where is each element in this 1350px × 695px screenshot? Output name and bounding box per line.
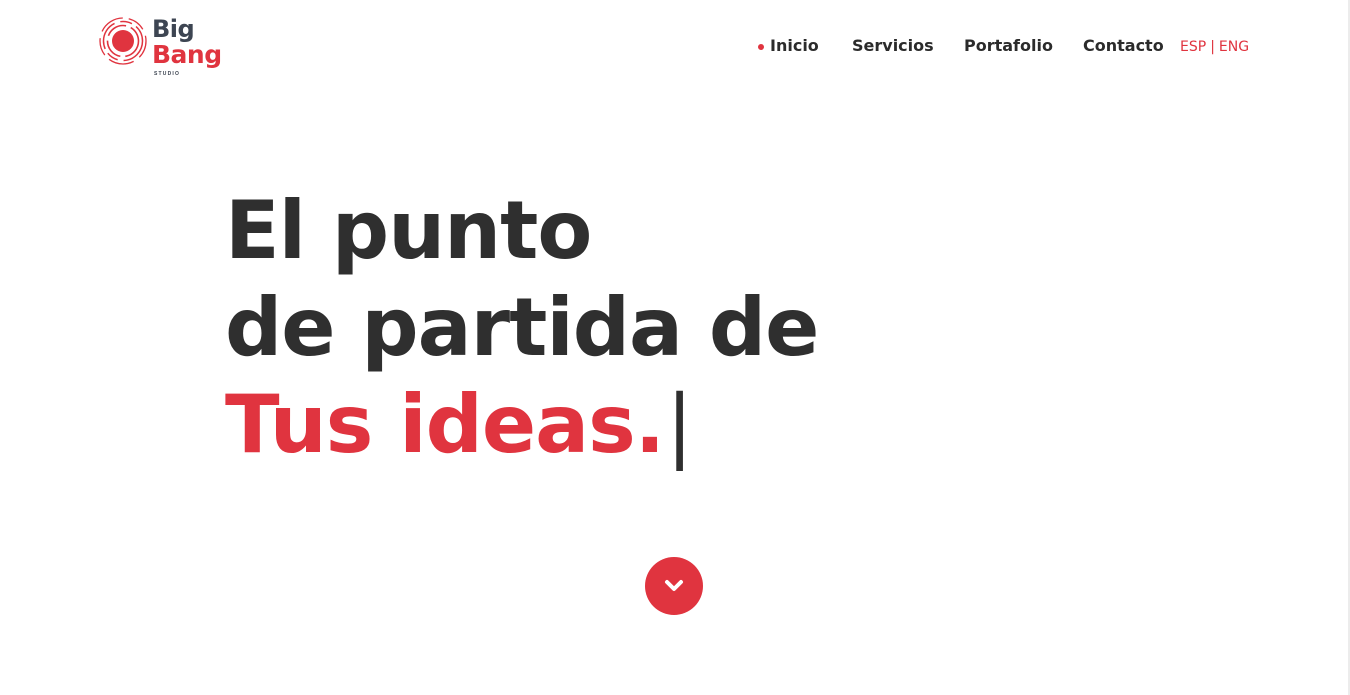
chevron-down-icon [665, 580, 683, 591]
nav-item-inicio[interactable]: Inicio [770, 35, 819, 57]
typing-cursor: | [666, 378, 693, 471]
scroll-down-button[interactable] [645, 557, 703, 615]
logo-tagline: STUDIO [154, 71, 181, 77]
nav-item-portafolio[interactable]: Portafolio [964, 35, 1053, 57]
lang-esp-link[interactable]: ESP [1180, 39, 1206, 55]
language-switcher: ESP | ENG [1180, 36, 1249, 58]
hero-headline: El punto de partida de Tus ideas.| [225, 182, 925, 473]
nav-item-servicios[interactable]: Servicios [852, 35, 934, 57]
main-nav: Inicio Servicios Portafolio Contacto ESP… [0, 35, 1350, 57]
hero-highlight-text: Tus ideas. [225, 378, 665, 471]
hero-line-2: de partida de [225, 281, 819, 374]
active-indicator-dot [758, 44, 764, 50]
hero-line-3: Tus ideas.| [225, 376, 925, 473]
hero-line-1: El punto [225, 184, 592, 277]
lang-eng-link[interactable]: ENG [1219, 39, 1249, 55]
nav-item-contacto[interactable]: Contacto [1083, 35, 1164, 57]
page: Big Bang STUDIO Inicio Servicios Portafo… [0, 0, 1350, 695]
lang-separator: | [1210, 39, 1215, 55]
